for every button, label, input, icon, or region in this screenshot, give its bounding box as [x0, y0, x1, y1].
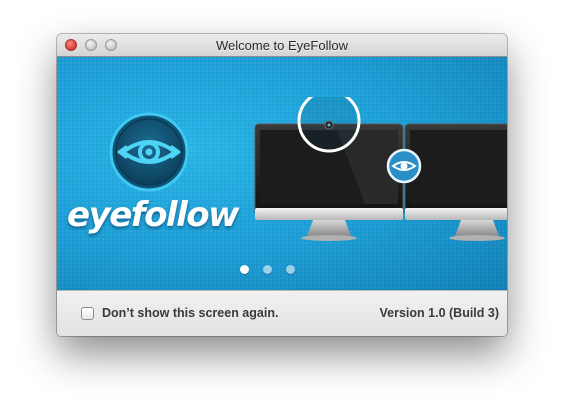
brand-wordmark: eyefollow — [67, 195, 240, 235]
pager-dot-3[interactable] — [286, 265, 295, 274]
welcome-window: Welcome to EyeFollow eyefollow Don’t sho… — [57, 34, 507, 336]
pager-dot-2[interactable] — [263, 265, 272, 274]
eye-icon — [109, 112, 189, 192]
dont-show-checkbox[interactable] — [81, 307, 94, 320]
welcome-banner: eyefollow — [57, 57, 507, 290]
dont-show-label[interactable]: Don’t show this screen again. — [102, 306, 278, 320]
eye-badge-icon — [386, 148, 422, 184]
slide-pager — [240, 262, 300, 276]
title-bar[interactable]: Welcome to EyeFollow — [57, 34, 507, 57]
monitor-right — [404, 123, 507, 241]
monitors-illustration — [254, 97, 507, 241]
pager-dot-1[interactable] — [240, 265, 249, 274]
window-title: Welcome to EyeFollow — [216, 38, 348, 53]
version-label: Version 1.0 (Build 3) — [379, 306, 499, 320]
footer-bar: Don’t show this screen again. Version 1.… — [57, 290, 507, 336]
